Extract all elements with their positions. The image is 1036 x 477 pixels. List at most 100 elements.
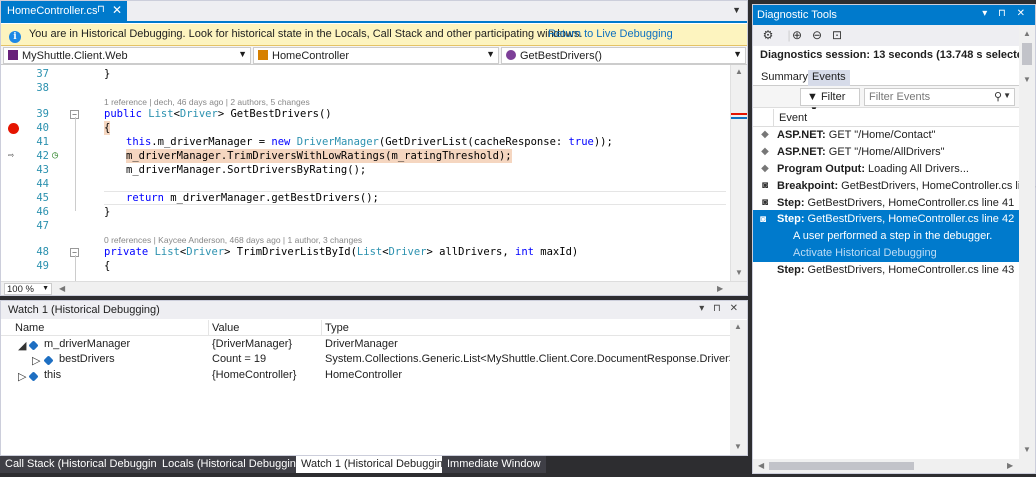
- tab-overflow-dropdown-icon[interactable]: ▼: [732, 5, 741, 15]
- scroll-up-icon[interactable]: ▲: [1023, 29, 1031, 38]
- filter-label: Filter: [820, 91, 846, 103]
- event-text: ASP.NET: GET "/Home/Contact": [777, 129, 935, 141]
- member-dropdown-label: GetBestDrivers(): [520, 50, 602, 62]
- line-number: 39: [36, 108, 49, 120]
- scroll-down-icon[interactable]: ▼: [1023, 445, 1031, 454]
- scroll-left-icon[interactable]: ◀: [59, 284, 65, 293]
- tab-immediate-window[interactable]: Immediate Window: [442, 456, 546, 473]
- pin-icon[interactable]: ⊓: [97, 4, 105, 15]
- scroll-thumb[interactable]: [1022, 43, 1032, 65]
- code-line: 45 return m_driverManager.getBestDrivers…: [1, 191, 730, 205]
- gear-icon[interactable]: ⚙: [760, 27, 776, 43]
- keyword: this: [126, 136, 152, 148]
- reset-zoom-icon[interactable]: ⊡: [829, 27, 845, 43]
- watch-type: HomeController: [325, 369, 403, 381]
- tab-call-stack[interactable]: Call Stack (Historical Debugging): [0, 456, 172, 473]
- tab-locals[interactable]: Locals (Historical Debugging): [157, 456, 311, 473]
- scroll-up-icon[interactable]: ▲: [735, 67, 743, 76]
- watch-vertical-scrollbar[interactable]: ▲ ▼: [730, 320, 747, 455]
- scroll-left-icon[interactable]: ◀: [758, 461, 764, 470]
- code-line: 37 }: [1, 67, 730, 81]
- event-row[interactable]: ◆ ASP.NET: GET "/Home/Contact": [753, 127, 1019, 144]
- event-row[interactable]: Step: GetBestDrivers, HomeController.cs …: [753, 262, 1019, 279]
- watch-name: this: [44, 369, 62, 381]
- event-text: Step: GetBestDrivers, HomeController.cs …: [777, 264, 1014, 276]
- diagnostic-tabs: Summary Events: [753, 68, 1019, 86]
- event-detail: GetBestDrivers, HomeController.cs line 4…: [804, 197, 1015, 209]
- code-line: 41 this.m_driverManager = new DriverMana…: [1, 135, 730, 149]
- watch-row[interactable]: ▷ bestDrivers Count = 19 System.Collecti…: [1, 351, 735, 367]
- event-text: Step: GetBestDrivers, HomeController.cs …: [777, 197, 1014, 209]
- line-number: 38: [36, 82, 49, 94]
- class-dropdown[interactable]: HomeController ▼: [253, 47, 499, 64]
- codelens-info[interactable]: 1 reference | dech, 46 days ago | 2 auth…: [104, 97, 310, 107]
- scroll-down-icon[interactable]: ▼: [735, 268, 743, 277]
- document-tab-homecontroller[interactable]: HomeController.cs ⊓ ✕: [1, 1, 127, 23]
- event-row[interactable]: ◆ Program Output: Loading All Drivers...: [753, 161, 1019, 178]
- watch-value[interactable]: {DriverManager}: [212, 338, 292, 350]
- chevron-down-icon: ▼: [486, 49, 495, 59]
- chevron-down-icon: ▼: [733, 49, 742, 59]
- caret-marker: [731, 117, 747, 119]
- event-detail: GET "/Home/AllDrivers": [825, 146, 945, 158]
- collapsed-triangle-icon[interactable]: ▷: [18, 370, 26, 383]
- event-row-selected[interactable]: ◙ Step: GetBestDrivers, HomeController.c…: [753, 210, 1019, 262]
- editor-vertical-scrollbar[interactable]: ▲ ▼: [730, 65, 747, 281]
- project-dropdown-label: MyShuttle.Client.Web: [22, 50, 128, 62]
- scroll-down-icon[interactable]: ▼: [1023, 75, 1031, 84]
- column-separator[interactable]: [208, 320, 209, 336]
- event-row[interactable]: ◙ Breakpoint: GetBestDrivers, HomeContro…: [753, 178, 1036, 195]
- zoom-level-dropdown[interactable]: 100 % ▼: [4, 283, 52, 295]
- collapsed-triangle-icon[interactable]: ▷: [32, 354, 40, 367]
- editor-horizontal-scrollbar[interactable]: 100 % ▼ ◀ ▶: [1, 281, 747, 295]
- window-controls[interactable]: ▾ ⊓ ✕: [982, 8, 1029, 19]
- code-line: 39 − public List<Driver> GetBestDrivers(…: [1, 107, 730, 121]
- code-token: .m_driverManager =: [151, 136, 272, 148]
- watch-row[interactable]: ▷ this {HomeController} HomeController: [1, 367, 730, 383]
- return-to-live-debugging-link[interactable]: Return to Live Debugging: [548, 28, 673, 40]
- project-dropdown[interactable]: MyShuttle.Client.Web ▼: [3, 47, 251, 64]
- filter-events-input[interactable]: Filter Events ⚲ ▼: [864, 88, 1015, 106]
- code-area[interactable]: 37 } 38 1 reference | dech, 46 days ago …: [1, 65, 730, 281]
- codelens-info[interactable]: 0 references | Kaycee Anderson, 468 days…: [104, 235, 362, 245]
- column-header-event[interactable]: Event: [779, 112, 807, 124]
- code-text: return m_driverManager.getBestDrivers();: [126, 191, 379, 205]
- type-name: Driver: [388, 246, 427, 258]
- search-icon[interactable]: ⚲: [994, 90, 1002, 103]
- column-header-type[interactable]: Type: [325, 322, 349, 334]
- activate-historical-debugging-link[interactable]: Activate Historical Debugging: [793, 247, 937, 259]
- window-controls[interactable]: ▾ ⊓ ✕: [699, 303, 741, 314]
- member-dropdown[interactable]: GetBestDrivers() ▼: [501, 47, 746, 64]
- diagnostic-horizontal-scrollbar[interactable]: ◀ ▶: [753, 459, 1035, 473]
- scroll-down-icon[interactable]: ▼: [734, 442, 742, 451]
- events-column-header: Event: [753, 109, 1019, 127]
- code-token: ));: [593, 136, 613, 148]
- scroll-up-icon[interactable]: ▲: [734, 322, 742, 331]
- zoom-out-icon[interactable]: ⊖: [809, 27, 825, 43]
- column-separator[interactable]: [321, 320, 322, 336]
- tab-events[interactable]: Events: [808, 70, 850, 86]
- column-header-value[interactable]: Value: [212, 322, 239, 334]
- watch-row[interactable]: ◢ m_driverManager {DriverManager} Driver…: [1, 336, 730, 352]
- event-kind: ASP.NET:: [777, 146, 826, 158]
- zoom-in-icon[interactable]: ⊕: [789, 27, 805, 43]
- scroll-thumb[interactable]: [769, 462, 914, 470]
- breakpoint-icon[interactable]: [8, 123, 19, 134]
- column-header-name[interactable]: Name: [15, 322, 44, 334]
- chevron-down-icon[interactable]: ▼: [1003, 91, 1011, 100]
- scroll-right-icon[interactable]: ▶: [717, 284, 723, 293]
- event-text: ASP.NET: GET "/Home/AllDrivers": [777, 146, 945, 158]
- scroll-right-icon[interactable]: ▶: [1007, 461, 1013, 470]
- watch-value[interactable]: Count = 19: [212, 353, 266, 365]
- event-text: Breakpoint: GetBestDrivers, HomeControll…: [777, 180, 1036, 192]
- diagnostic-vertical-scrollbar[interactable]: ▲ ▼ ▼: [1019, 25, 1035, 459]
- historical-step-icon: ◷: [52, 150, 59, 161]
- code-line: 47: [1, 219, 730, 233]
- close-icon[interactable]: ✕: [112, 3, 122, 17]
- tab-watch-1[interactable]: Watch 1 (Historical Debugging): [296, 456, 458, 473]
- event-text: Step: GetBestDrivers, HomeController.cs …: [777, 213, 1014, 225]
- tab-summary[interactable]: Summary: [757, 70, 812, 86]
- watch-value[interactable]: {HomeController}: [212, 369, 296, 381]
- filter-dropdown-button[interactable]: ▼ Filter ▼: [800, 88, 860, 114]
- event-row[interactable]: ◆ ASP.NET: GET "/Home/AllDrivers": [753, 144, 1019, 161]
